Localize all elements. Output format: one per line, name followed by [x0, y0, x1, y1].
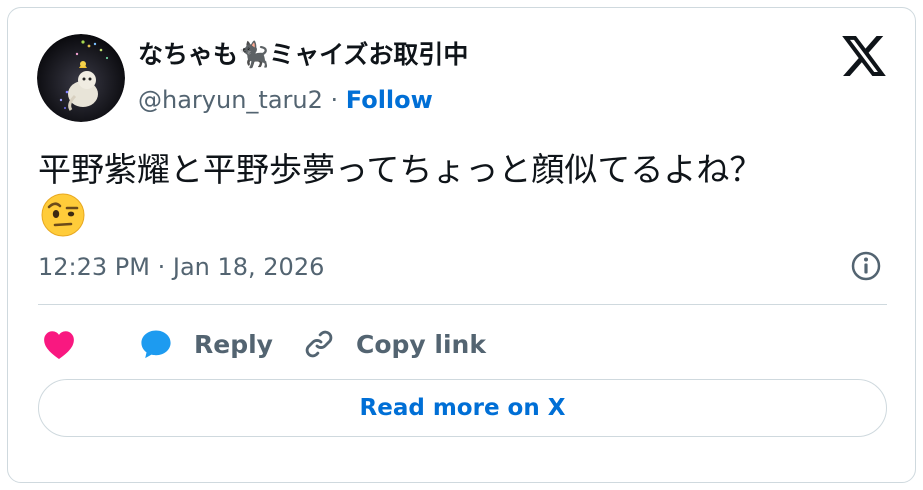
- tweet-text: 平野紫耀と平野歩夢ってちょっと顔似てるよね？: [38, 150, 763, 189]
- link-icon: [305, 330, 333, 358]
- display-name[interactable]: なちゃも🐈‍⬛ミャイズお取引中: [138, 38, 468, 72]
- separator-dot: ·: [330, 86, 339, 114]
- x-logo-icon[interactable]: [842, 36, 886, 76]
- read-more-button[interactable]: Read more on X: [38, 379, 887, 437]
- reply-button[interactable]: Reply: [138, 322, 273, 366]
- copy-link-label: Copy link: [356, 329, 486, 359]
- heart-icon: [44, 331, 74, 360]
- divider: [38, 304, 887, 305]
- reply-bubble-icon: [141, 330, 171, 359]
- copy-link-button[interactable]: Copy link: [302, 322, 486, 366]
- follow-button[interactable]: Follow: [346, 86, 433, 114]
- handle[interactable]: @haryun_taru2: [138, 86, 323, 114]
- timestamp[interactable]: 12:23 PM · Jan 18, 2026: [38, 252, 324, 282]
- handle-row: @haryun_taru2 · Follow: [138, 84, 433, 116]
- avatar[interactable]: [37, 34, 125, 122]
- reply-label: Reply: [194, 329, 273, 359]
- face-with-raised-eyebrow-icon: [40, 192, 86, 238]
- like-button[interactable]: [42, 322, 76, 366]
- info-icon[interactable]: [850, 250, 882, 282]
